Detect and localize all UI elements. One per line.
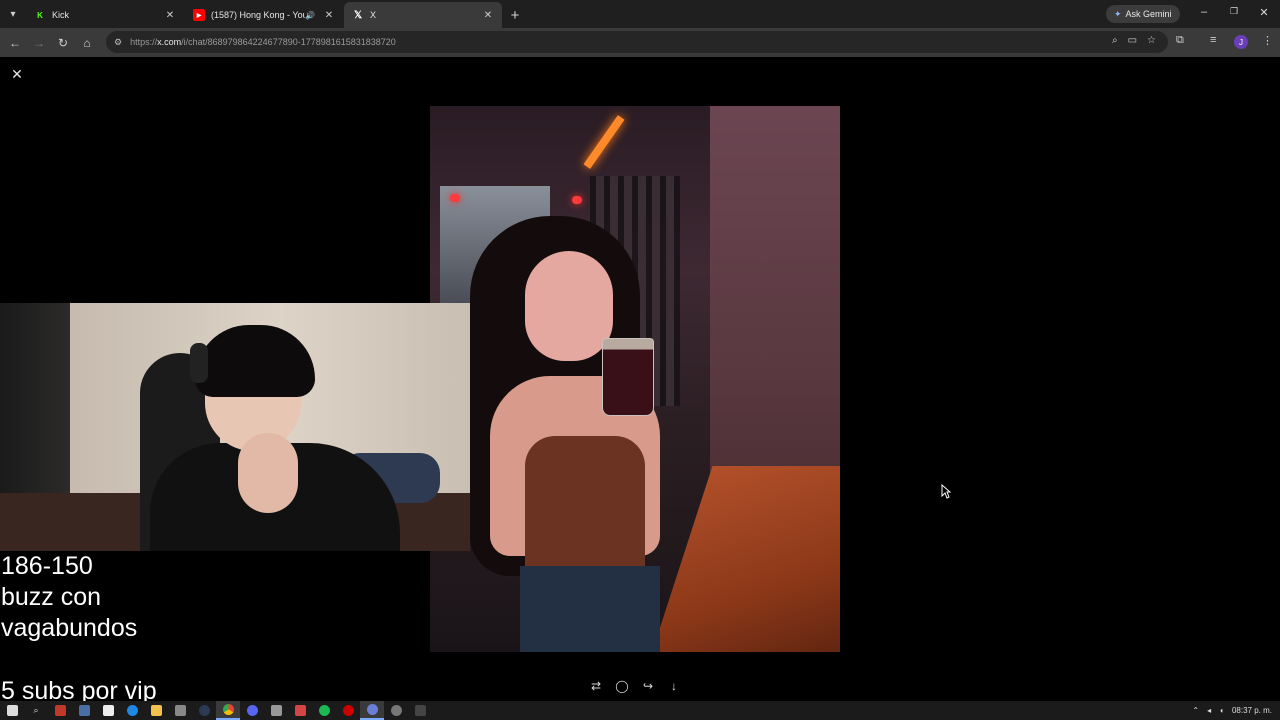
- taskbar-app-steam-icon[interactable]: [192, 701, 216, 720]
- taskbar-app-edge-icon[interactable]: [120, 701, 144, 720]
- media-actions: ⇄ ◯ ↪ ↓: [588, 678, 682, 694]
- taskbar-app-kick-icon[interactable]: [408, 701, 432, 720]
- taskbar-app-tool-icon[interactable]: [72, 701, 96, 720]
- taskbar-app-file-icon[interactable]: [96, 701, 120, 720]
- tab-title: X: [370, 10, 377, 20]
- minimize-icon[interactable]: –: [1197, 6, 1211, 18]
- taskbar-app-news-icon[interactable]: [48, 701, 72, 720]
- taskbar-app-notes-icon[interactable]: [264, 701, 288, 720]
- webcam-person-hand: [238, 433, 298, 513]
- taskbar-app-chrome-icon[interactable]: [216, 701, 240, 720]
- taskbar-app-spotify-icon[interactable]: [312, 701, 336, 720]
- browser-toolbar: ← → ↻ ⌂ ⚙ https://x.com/i/chat/868979864…: [0, 28, 1280, 57]
- download-icon[interactable]: ↓: [666, 678, 682, 694]
- profile-avatar[interactable]: J: [1234, 35, 1248, 49]
- photo-figure-top: [525, 436, 645, 586]
- taskbar-app-mixer-icon[interactable]: [288, 701, 312, 720]
- photo-figure-face: [525, 251, 613, 361]
- photo-drink-cup: [602, 338, 654, 416]
- reply-bubble-icon[interactable]: ◯: [614, 678, 630, 694]
- overlay-line-2: buzz con: [1, 583, 102, 611]
- start-windows-icon[interactable]: [0, 701, 24, 720]
- photo-bar-counter: [647, 466, 840, 652]
- url-text: https://x.com/i/chat/868979864224677890-…: [130, 37, 396, 47]
- screen: ▾ K Kick ✕ ▶ (1587) Hong Kong - YouTube …: [0, 0, 1280, 720]
- photo-lamp: [450, 194, 460, 202]
- kick-icon: K: [37, 10, 43, 20]
- taskbar-app-explorer-icon[interactable]: [144, 701, 168, 720]
- extensions-icon[interactable]: ⧉: [1176, 34, 1184, 47]
- taskbar-app-opera-icon[interactable]: [336, 701, 360, 720]
- new-tab-button[interactable]: +: [503, 2, 527, 28]
- tab-strip: ▾ K Kick ✕ ▶ (1587) Hong Kong - YouTube …: [0, 0, 1280, 28]
- close-media-icon[interactable]: ✕: [9, 66, 25, 84]
- tab-x[interactable]: 𝕏 X ✕: [344, 2, 502, 28]
- home-icon[interactable]: ⌂: [75, 36, 99, 50]
- close-tab-icon[interactable]: ✕: [164, 10, 176, 21]
- taskbar-app-discord-icon[interactable]: [240, 701, 264, 720]
- webcam-overlay: [0, 303, 470, 551]
- close-tab-icon[interactable]: ✕: [482, 10, 494, 21]
- mouse-cursor-icon: [941, 484, 951, 499]
- share-arrow-icon[interactable]: ↪: [640, 678, 656, 694]
- speaker-icon[interactable]: 🔊: [305, 11, 315, 20]
- os-taskbar: ⌕ ⌃ ◂ ◖ 08:37 p. m.: [0, 701, 1280, 720]
- zoom-icon[interactable]: ⌕: [1112, 35, 1118, 46]
- restore-icon[interactable]: ❐: [1227, 6, 1241, 17]
- search-icon[interactable]: ⌕: [24, 701, 48, 720]
- ask-gemini-button[interactable]: ✦ Ask Gemini: [1106, 5, 1180, 23]
- repost-icon[interactable]: ⇄: [588, 678, 604, 694]
- address-bar[interactable]: ⚙ https://x.com/i/chat/86897986422467789…: [106, 31, 1168, 53]
- webcam-person-hair: [195, 325, 315, 397]
- overlay-line-1: 186-150: [1, 552, 93, 580]
- forward-arrow-icon[interactable]: →: [27, 36, 51, 50]
- tab-search-chevron-icon[interactable]: ▾: [0, 0, 26, 28]
- gemini-label: Ask Gemini: [1125, 9, 1172, 19]
- omnibox-actions: ⌕ ▭ ☆: [1112, 35, 1156, 46]
- photo-neon-light: [583, 115, 625, 169]
- tray-volume-icon[interactable]: ◖: [1219, 706, 1224, 715]
- tray-clock[interactable]: 08:37 p. m.: [1232, 706, 1272, 715]
- webcam-headset: [190, 343, 208, 383]
- window-close-icon[interactable]: ✕: [1257, 6, 1271, 19]
- bookmark-star-icon[interactable]: ☆: [1147, 35, 1156, 46]
- media-controls-icon[interactable]: ≡: [1210, 34, 1216, 46]
- x-icon: 𝕏: [353, 9, 363, 21]
- tab-youtube[interactable]: ▶ (1587) Hong Kong - YouTube 🔊 ✕: [185, 2, 343, 28]
- reload-icon[interactable]: ↻: [51, 36, 75, 50]
- system-tray: ⌃ ◂ ◖ 08:37 p. m.: [1192, 701, 1272, 720]
- menu-kebab-icon[interactable]: ⋮: [1262, 34, 1273, 47]
- tab-title: Kick: [52, 10, 70, 20]
- media-image[interactable]: [430, 106, 840, 652]
- close-tab-icon[interactable]: ✕: [323, 10, 335, 21]
- tab-title: (1587) Hong Kong - YouTube: [211, 10, 305, 20]
- taskbar-app-obs-icon[interactable]: [360, 701, 384, 720]
- photo-figure-jeans: [520, 566, 660, 652]
- taskbar-app-photos-icon[interactable]: [168, 701, 192, 720]
- photo-lamp: [572, 196, 582, 204]
- back-arrow-icon[interactable]: ←: [3, 36, 27, 50]
- site-info-icon[interactable]: ⚙: [114, 37, 122, 48]
- tray-network-icon[interactable]: ◂: [1207, 706, 1211, 715]
- youtube-icon: ▶: [193, 9, 205, 21]
- taskbar-app-settings-icon[interactable]: [384, 701, 408, 720]
- tray-chevron-up-icon[interactable]: ⌃: [1192, 706, 1199, 715]
- cast-icon[interactable]: ▭: [1128, 35, 1137, 46]
- gemini-sparkle-icon: ✦: [1114, 8, 1122, 19]
- overlay-line-3: vagabundos: [1, 614, 138, 642]
- tab-kick[interactable]: K Kick ✕: [26, 2, 184, 28]
